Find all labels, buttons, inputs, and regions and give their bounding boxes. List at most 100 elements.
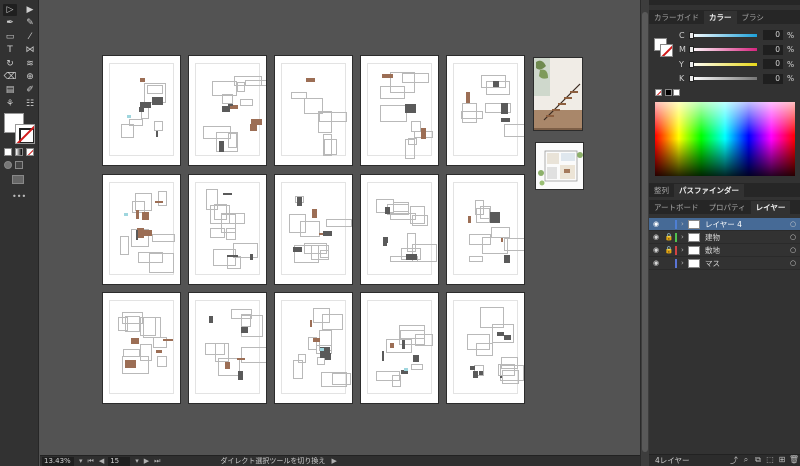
slider-knob[interactable]	[689, 31, 694, 39]
color-panel-tab-1[interactable]: カラー	[704, 11, 737, 24]
blend-icon[interactable]: ⚘	[3, 98, 17, 110]
visibility-eye-icon[interactable]: ◉	[649, 233, 663, 241]
artboard-number-field[interactable]: 15	[108, 456, 131, 466]
eyedropper-icon[interactable]: ✐	[23, 84, 37, 96]
artboard[interactable]	[102, 55, 181, 166]
none-swatch[interactable]	[655, 89, 662, 96]
prev-artboard-icon[interactable]: ◀	[99, 457, 104, 465]
screen-mode-icon[interactable]	[12, 175, 24, 184]
artboard[interactable]	[188, 292, 267, 404]
staircase-photo[interactable]	[533, 57, 583, 131]
slider-knob[interactable]	[689, 75, 694, 82]
channel-slider[interactable]	[689, 31, 757, 39]
rectangle-icon[interactable]: ▭	[3, 31, 17, 43]
artboard[interactable]	[274, 55, 353, 166]
layer-row[interactable]: ◉ 🔒 › 敷地 ○	[649, 244, 800, 257]
edit-toolbar-icon[interactable]: •••	[12, 192, 26, 201]
zoom-field[interactable]: 13.43%	[42, 456, 74, 466]
layers-panel-tab-1[interactable]: プロパティ	[704, 201, 751, 214]
last-artboard-icon[interactable]: ⏭	[154, 457, 160, 466]
layer-target-icon[interactable]: ○	[786, 220, 800, 228]
artboard[interactable]	[360, 174, 439, 285]
channel-slider[interactable]	[689, 75, 757, 82]
zoom-dropdown-icon[interactable]: ▾	[79, 457, 83, 465]
layer-target-icon[interactable]: ○	[786, 259, 800, 267]
direct-selection-icon[interactable]: ▷	[3, 4, 17, 16]
layer-name[interactable]: レイヤー 4	[705, 219, 786, 230]
expand-chevron-icon[interactable]: ›	[681, 246, 688, 254]
channel-value-field[interactable]: 0	[763, 44, 783, 55]
artboard[interactable]	[360, 55, 439, 166]
color-panel-tab-0[interactable]: カラーガイド	[649, 11, 704, 24]
color-panel-stroke-swatch[interactable]	[660, 44, 673, 57]
visibility-eye-icon[interactable]: ◉	[649, 220, 663, 228]
expand-chevron-icon[interactable]: ›	[681, 233, 688, 241]
artboard[interactable]	[446, 292, 525, 404]
channel-value-field[interactable]: 0	[763, 73, 783, 84]
channel-slider[interactable]	[689, 60, 757, 68]
layer-target-icon[interactable]: ○	[786, 246, 800, 254]
expand-chevron-icon[interactable]: ›	[681, 259, 688, 267]
paintbrush-icon[interactable]: ⁄	[23, 31, 37, 43]
gradient-icon[interactable]: ▤	[3, 84, 17, 96]
status-menu-icon[interactable]: ▶	[331, 457, 336, 465]
artboard[interactable]	[360, 292, 439, 404]
expand-chevron-icon[interactable]: ›	[681, 220, 688, 228]
new-layer-icon[interactable]: ⊞	[776, 455, 788, 466]
export-icon[interactable]: ⤴	[728, 455, 740, 466]
color-panel-tab-2[interactable]: ブラシ	[737, 11, 769, 24]
draw-normal-icon[interactable]	[4, 161, 12, 169]
draw-behind-icon[interactable]	[15, 161, 23, 169]
color-button[interactable]	[4, 148, 12, 156]
canvas-area[interactable]	[40, 0, 640, 455]
layers-panel-tab-2[interactable]: レイヤー	[750, 201, 791, 214]
width-icon[interactable]: ≋	[23, 58, 37, 70]
new-sublayer-icon[interactable]: ⬚	[764, 455, 776, 466]
pen-icon[interactable]: ✒	[3, 17, 17, 29]
make-clipping-mask-icon[interactable]: ⧉	[752, 455, 764, 466]
vertical-scrollbar[interactable]	[640, 0, 649, 466]
artboard[interactable]	[446, 174, 525, 285]
align-panel-tab-1[interactable]: パスファインダー	[674, 184, 744, 197]
selection-icon[interactable]: ▶	[23, 4, 37, 16]
slider-knob[interactable]	[689, 46, 694, 53]
gradient-button[interactable]	[15, 148, 23, 156]
delete-layer-icon[interactable]: 🗑	[788, 455, 800, 466]
curvature-icon[interactable]: ✎	[23, 17, 37, 29]
artboard[interactable]	[188, 174, 267, 285]
slider-knob[interactable]	[689, 60, 694, 68]
channel-value-field[interactable]: 0	[763, 30, 783, 40]
stroke-swatch[interactable]	[15, 124, 35, 144]
layer-name[interactable]: 建物	[705, 232, 786, 243]
lock-icon[interactable]: 🔒	[663, 233, 675, 241]
layers-panel-tab-0[interactable]: アートボード	[649, 201, 704, 214]
layer-row[interactable]: ◉ › レイヤー 4 ○	[649, 218, 800, 231]
locate-object-icon[interactable]: ⌕	[740, 455, 752, 466]
visibility-eye-icon[interactable]: ◉	[649, 259, 663, 267]
first-artboard-icon[interactable]: ⏮	[88, 457, 94, 466]
layer-row[interactable]: ◉ 🔒 › 建物 ○	[649, 231, 800, 244]
none-button[interactable]	[26, 148, 34, 156]
artboard[interactable]	[274, 174, 353, 285]
black-swatch[interactable]	[665, 89, 672, 96]
align-panel-tab-0[interactable]: 整列	[649, 184, 674, 197]
layer-target-icon[interactable]: ○	[786, 233, 800, 241]
fill-stroke-widget[interactable]	[4, 113, 36, 145]
artboard[interactable]	[274, 292, 353, 404]
layer-name[interactable]: 敷地	[705, 245, 786, 256]
artboard[interactable]	[188, 55, 267, 166]
eraser-icon[interactable]: ⌫	[3, 71, 17, 83]
artboard[interactable]	[446, 55, 525, 166]
layer-name[interactable]: マス	[705, 258, 786, 269]
channel-value-field[interactable]: 0	[763, 59, 783, 69]
visibility-eye-icon[interactable]: ◉	[649, 246, 663, 254]
scrollbar-thumb[interactable]	[642, 12, 648, 452]
channel-slider[interactable]	[689, 46, 757, 53]
color-spectrum[interactable]	[655, 102, 795, 176]
layer-row[interactable]: ◉ › マス ○	[649, 257, 800, 270]
artboard-dropdown-icon[interactable]: ▾	[135, 457, 139, 465]
floorplan-image[interactable]	[535, 142, 584, 190]
symbol-sprayer-icon[interactable]: ☷	[23, 98, 37, 110]
lock-icon[interactable]: 🔒	[663, 246, 675, 254]
artboard[interactable]	[102, 292, 181, 404]
